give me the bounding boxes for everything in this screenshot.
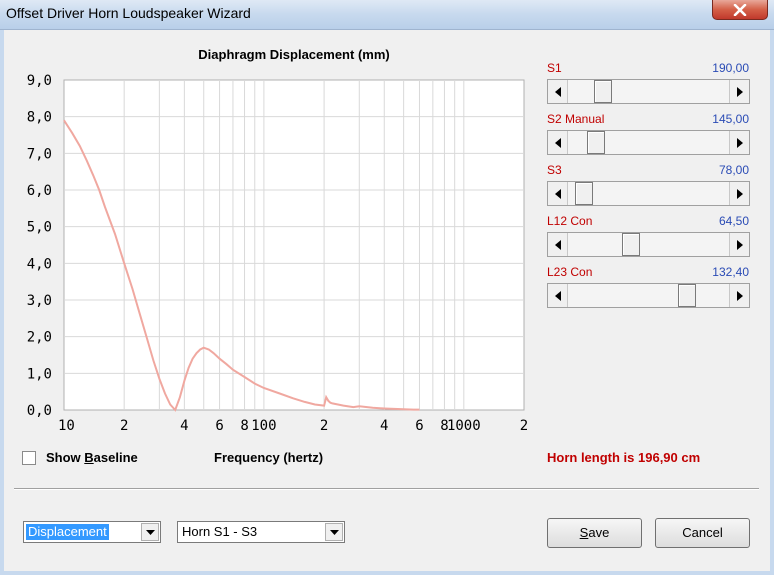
mode-combo-button[interactable]	[141, 523, 159, 541]
scroll-right-button[interactable]	[729, 80, 749, 103]
slider-thumb[interactable]	[678, 284, 697, 307]
slider-value: 190,00	[712, 61, 749, 75]
slider-scrollbar[interactable]	[547, 283, 750, 308]
slider-label: S2 Manual	[547, 112, 605, 126]
y-tick-label: 3,0	[27, 293, 52, 309]
slider-scrollbar[interactable]	[547, 232, 750, 257]
checkbox-label-part2: aseline	[93, 450, 138, 465]
slider-scrollbar[interactable]	[547, 79, 750, 104]
x-tick-label: 2	[120, 418, 128, 434]
slider-scrollbar[interactable]	[547, 181, 750, 206]
x-tick-label: 2	[520, 418, 528, 434]
x-tick-label: 1000	[447, 418, 481, 434]
cancel-button[interactable]: Cancel	[655, 518, 750, 548]
x-tick-label: 4	[380, 418, 388, 434]
arrow-right-icon	[736, 188, 743, 199]
scroll-left-button[interactable]	[548, 182, 568, 205]
slider-label: L12 Con	[547, 214, 593, 228]
checkbox-label-accel: B	[84, 450, 94, 465]
slider-thumb[interactable]	[622, 233, 641, 256]
slider-thumb[interactable]	[593, 80, 612, 103]
slider-scrollbar[interactable]	[547, 130, 750, 155]
y-tick-label: 9,0	[27, 73, 52, 89]
y-tick-label: 5,0	[27, 220, 52, 236]
arrow-right-icon	[736, 290, 743, 301]
slider-thumb[interactable]	[575, 182, 594, 205]
y-tick-label: 4,0	[27, 256, 52, 272]
x-tick-label: 100	[251, 418, 276, 434]
y-tick-label: 2,0	[27, 330, 52, 346]
scroll-left-button[interactable]	[548, 131, 568, 154]
x-tick-label: 2	[320, 418, 328, 434]
arrow-left-icon	[554, 290, 561, 301]
scroll-right-button[interactable]	[729, 131, 749, 154]
scroll-right-button[interactable]	[729, 284, 749, 307]
section-combo-value: Horn S1 - S3	[182, 524, 258, 539]
scroll-left-button[interactable]	[548, 284, 568, 307]
section-combo[interactable]: Horn S1 - S3	[177, 521, 345, 543]
mode-combo-value: Displacement	[26, 524, 109, 540]
horn-length-text: Horn length is 196,90 cm	[547, 450, 701, 465]
arrow-left-icon	[554, 188, 561, 199]
slider-value: 132,40	[712, 265, 749, 279]
save-button[interactable]: Save	[547, 518, 642, 548]
arrow-left-icon	[554, 239, 561, 250]
save-label: ave	[588, 525, 610, 540]
slider-value: 78,00	[718, 163, 749, 177]
y-tick-label: 6,0	[27, 183, 52, 199]
x-tick-label: 4	[180, 418, 188, 434]
arrow-left-icon	[554, 137, 561, 148]
scroll-left-button[interactable]	[548, 80, 568, 103]
x-axis-label: Frequency (hertz)	[214, 450, 324, 465]
slider-thumb[interactable]	[586, 131, 605, 154]
x-tick-label: 6	[415, 418, 423, 434]
scroll-right-button[interactable]	[729, 233, 749, 256]
scroll-left-button[interactable]	[548, 233, 568, 256]
y-tick-label: 8,0	[27, 110, 52, 126]
show-baseline-checkbox[interactable]: Show Baseline	[22, 450, 138, 465]
arrow-right-icon	[736, 239, 743, 250]
y-tick-label: 0,0	[27, 403, 52, 419]
slider-value: 145,00	[712, 112, 749, 126]
checkbox-label-part1: Show	[46, 450, 85, 465]
chevron-down-icon	[145, 529, 155, 535]
y-tick-label: 1,0	[27, 366, 52, 382]
arrow-left-icon	[554, 86, 561, 97]
scroll-right-button[interactable]	[729, 182, 749, 205]
slider-label: S1	[547, 61, 562, 75]
slider-value: 64,50	[718, 214, 749, 228]
x-tick-label: 8	[240, 418, 248, 434]
y-tick-label: 7,0	[27, 146, 52, 162]
checkbox-label: Show Baseline	[46, 450, 138, 465]
chevron-down-icon	[329, 529, 339, 535]
checkbox-box[interactable]	[22, 450, 36, 465]
section-combo-button[interactable]	[325, 523, 343, 541]
x-tick-label: 10	[58, 418, 75, 434]
x-tick-label: 6	[215, 418, 223, 434]
slider-label: S3	[547, 163, 562, 177]
arrow-right-icon	[736, 86, 743, 97]
slider-label: L23 Con	[547, 265, 593, 279]
arrow-right-icon	[736, 137, 743, 148]
mode-combo[interactable]: Displacement	[23, 521, 161, 543]
divider	[14, 488, 759, 490]
